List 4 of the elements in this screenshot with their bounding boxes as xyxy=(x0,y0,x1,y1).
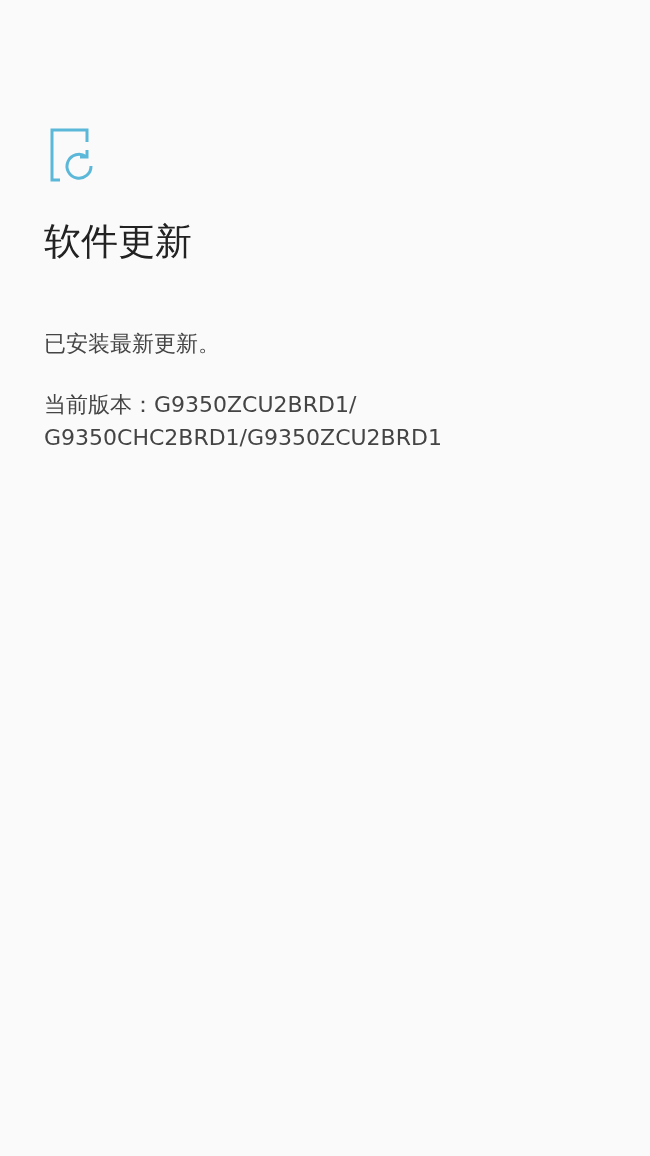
status-text: 已安装最新更新。 xyxy=(44,330,221,358)
version-text: G9350CHC2BRD1/G9350ZCU2BRD1 xyxy=(44,424,443,452)
version-text: 当前版本：G9350ZCU2BRD1/ xyxy=(44,391,358,419)
page-title: 软件更新 xyxy=(44,219,193,265)
